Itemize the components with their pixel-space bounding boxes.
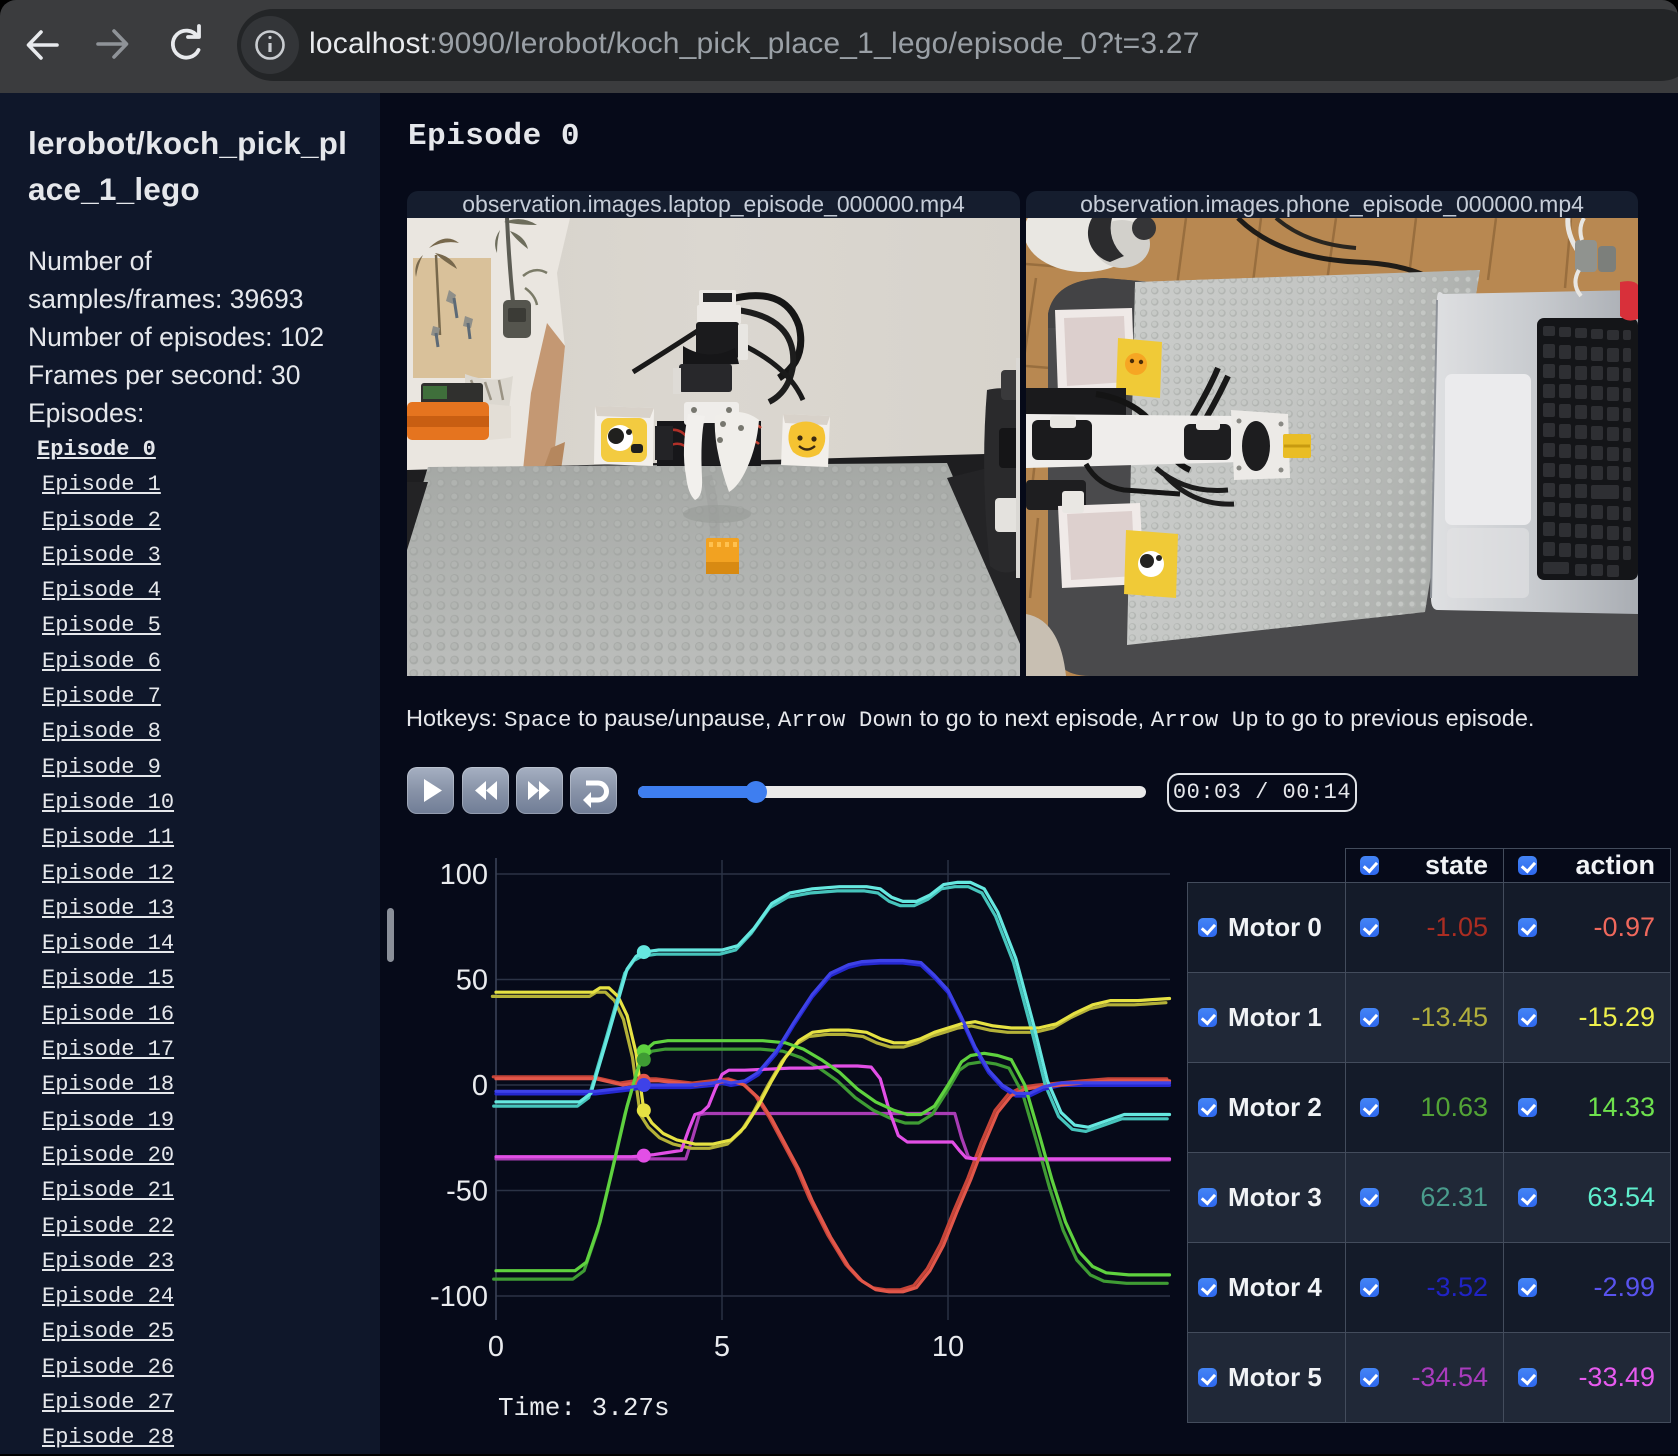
svg-text:5: 5 xyxy=(714,1331,730,1363)
svg-text:-50: -50 xyxy=(446,1176,488,1208)
svg-text:-100: -100 xyxy=(430,1281,488,1313)
svg-text:Time: 3.27s: Time: 3.27s xyxy=(498,1393,670,1423)
svg-text:50: 50 xyxy=(456,965,488,997)
svg-text:10: 10 xyxy=(932,1331,964,1363)
svg-text:0: 0 xyxy=(488,1331,504,1363)
svg-text:0: 0 xyxy=(472,1070,488,1102)
svg-text:100: 100 xyxy=(440,859,488,891)
